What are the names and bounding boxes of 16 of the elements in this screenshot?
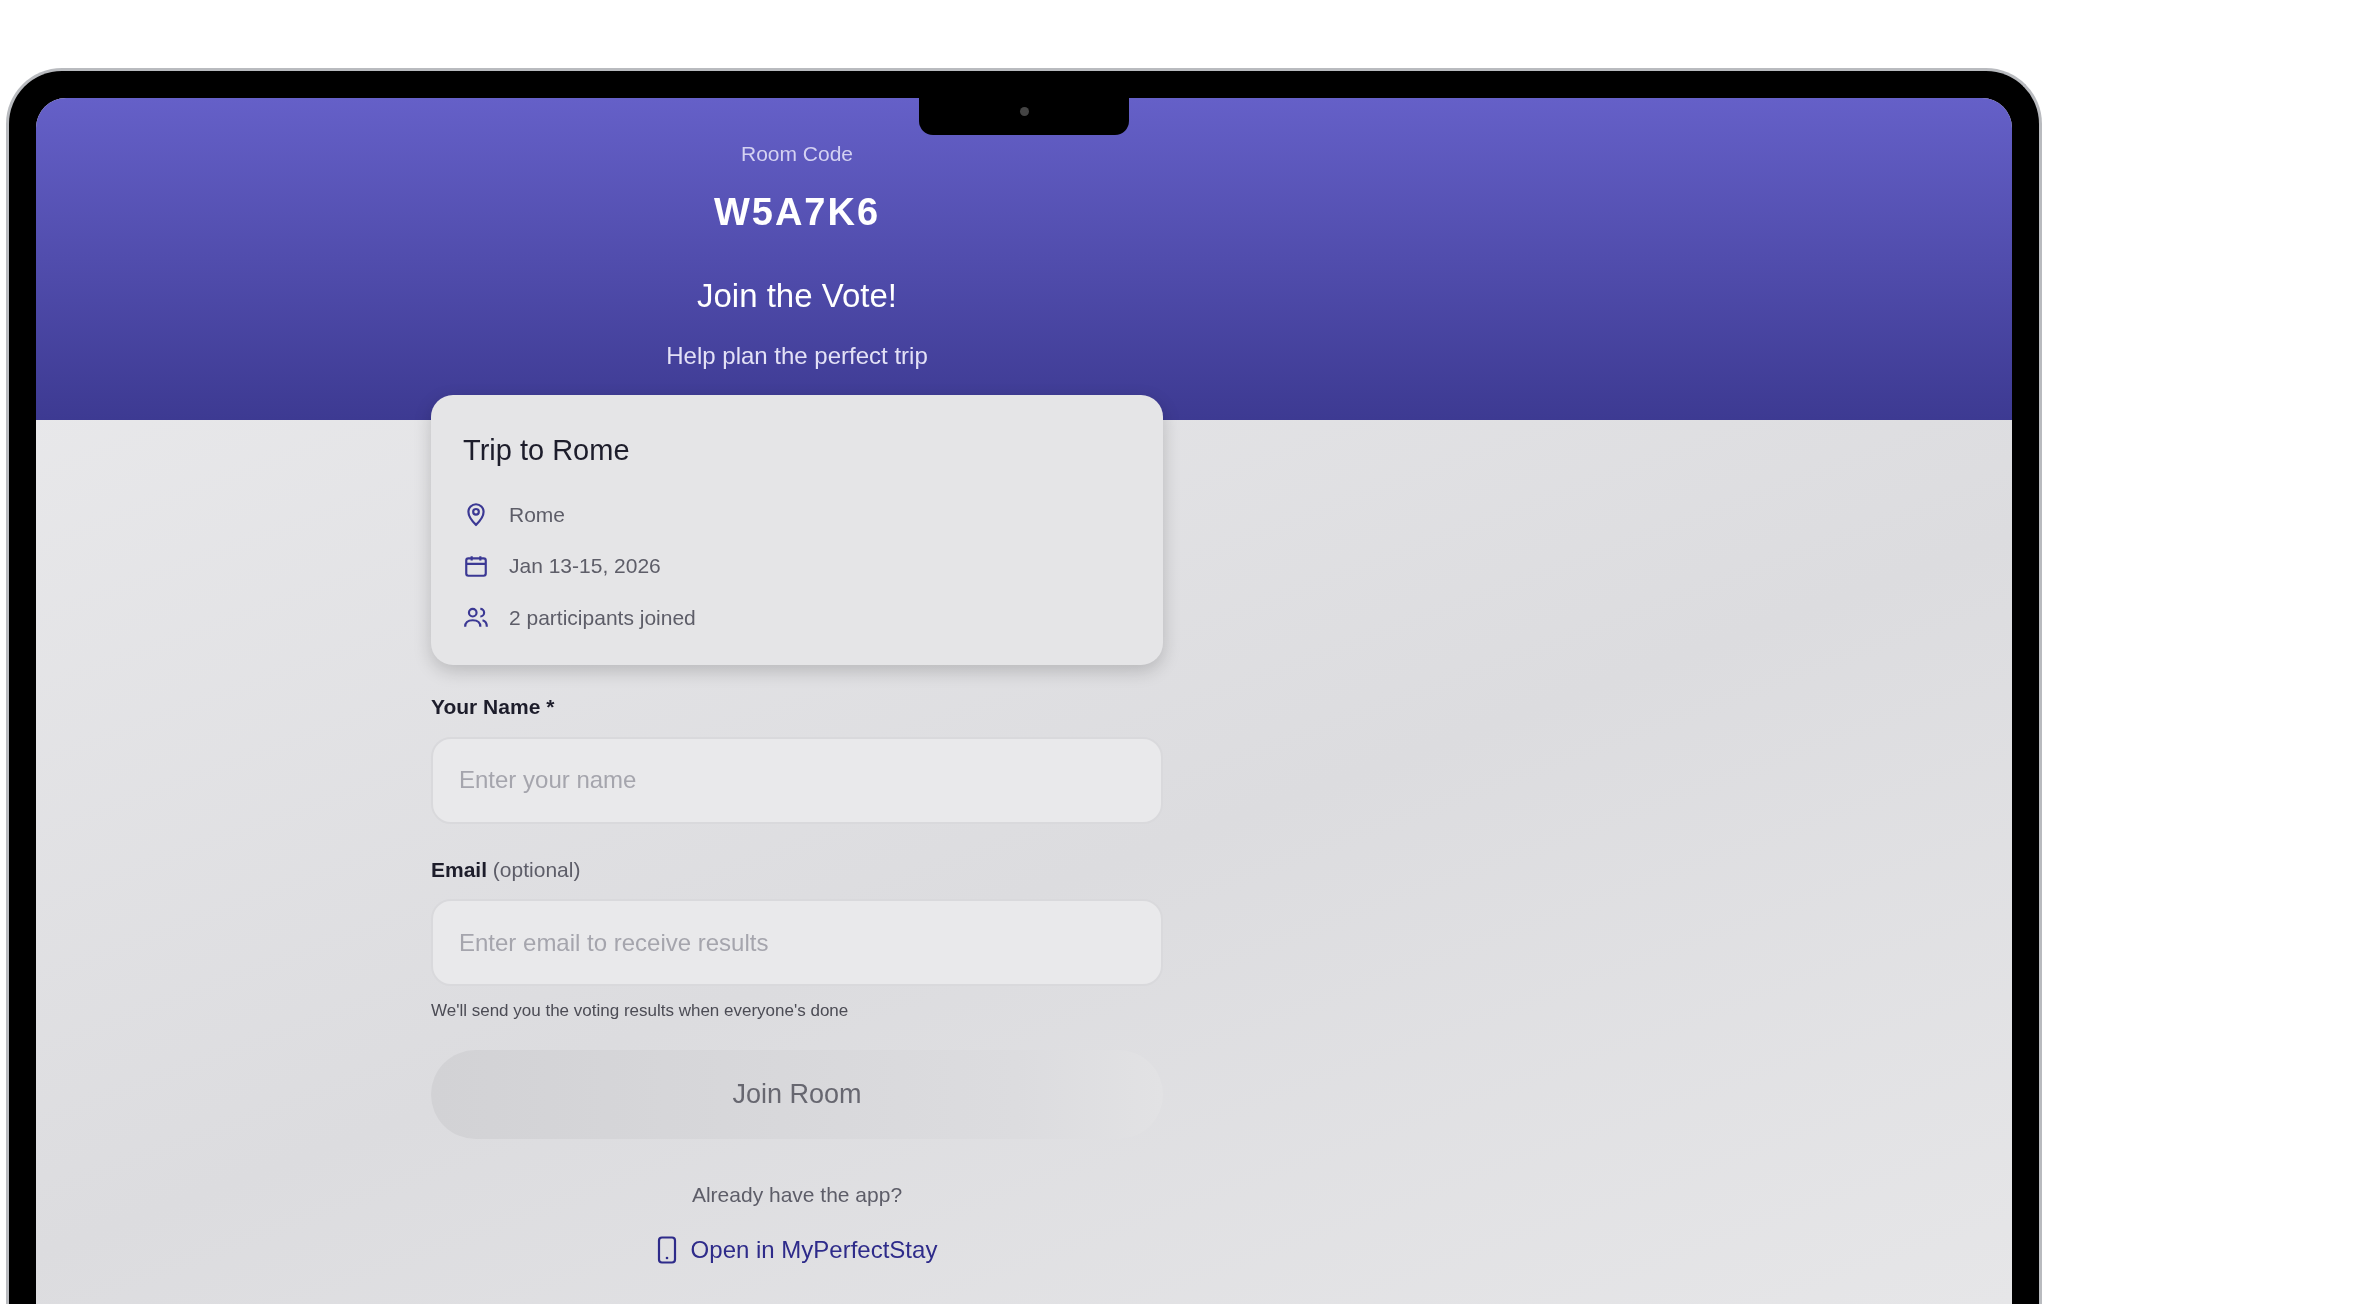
field-hint: We'll send you the voting results when everyone's done <box>431 1000 850 1022</box>
page-subtitle: Help plan the perfect trip <box>665 341 929 371</box>
room-code-label: Room Code <box>739 141 855 167</box>
trip-detail: Rome <box>509 501 566 528</box>
trip-title: Trip to Rome <box>463 433 631 468</box>
open-app-link[interactable]: Open in MyPerfectStay <box>656 1232 938 1268</box>
room-code: W5A7K6 <box>712 189 882 235</box>
phone-icon <box>656 1236 677 1264</box>
trip-detail: 2 participants joined <box>509 604 696 631</box>
page-title: Join the Vote! <box>696 275 898 316</box>
trip-detail: Jan 13-15, 2026 <box>509 553 661 579</box>
field-label: Your Name * <box>431 694 556 720</box>
field-label: Email (optional) <box>431 856 582 883</box>
app-prompt: Already have the app? <box>690 1181 904 1208</box>
input-field[interactable]: Enter email to receive results <box>431 899 1163 986</box>
input-field[interactable]: Enter your name <box>431 736 1163 824</box>
